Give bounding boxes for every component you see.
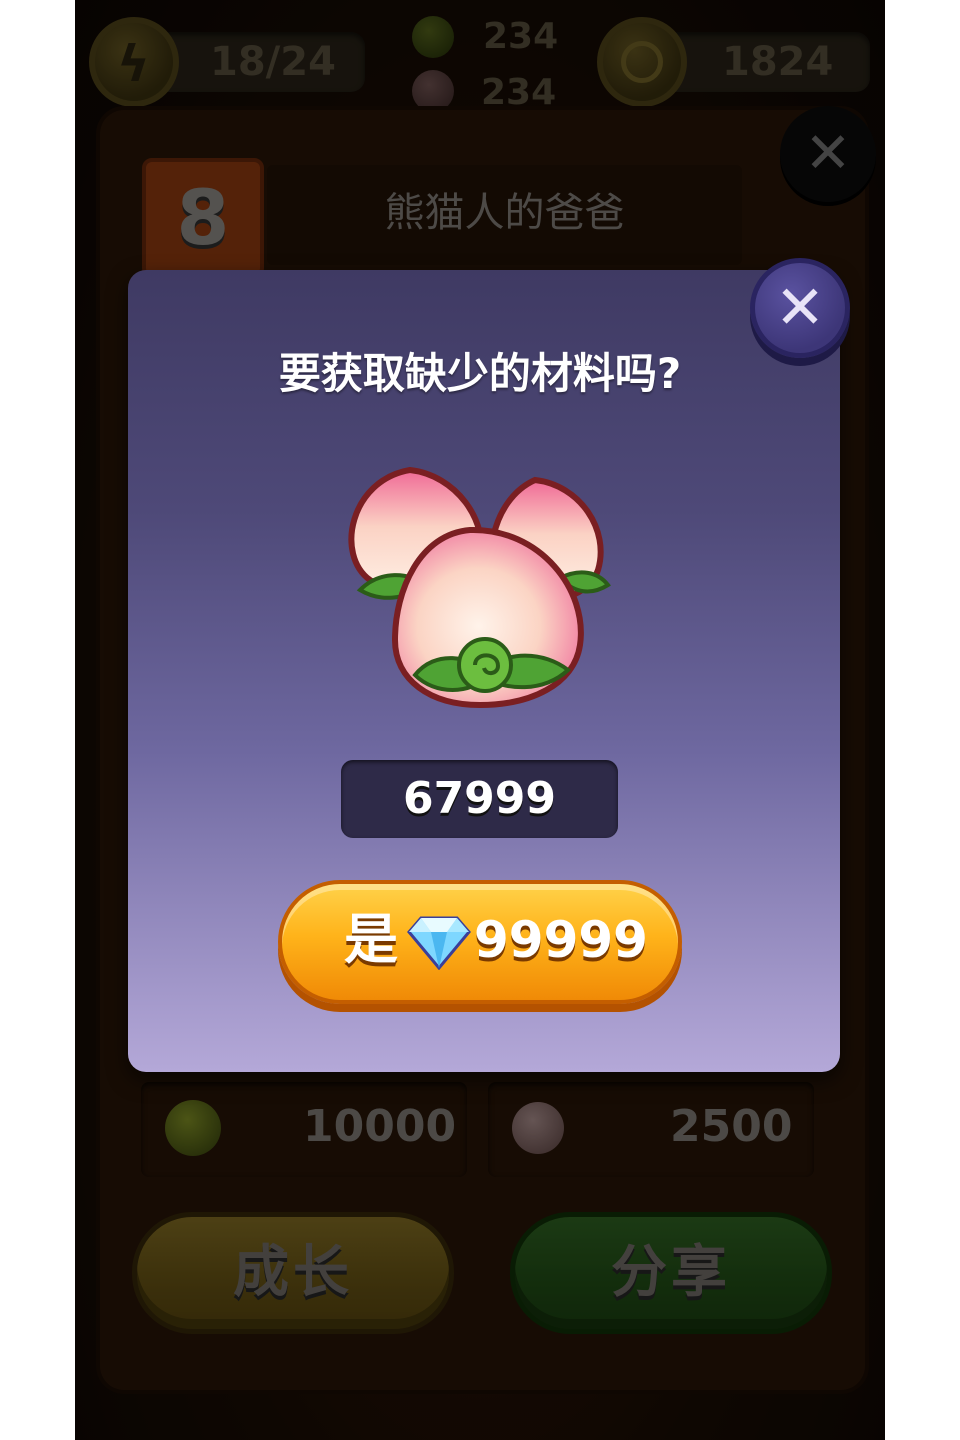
material-count-value: 67999 — [402, 773, 557, 824]
close-icon: ✕ — [774, 273, 826, 343]
dialog-close-button[interactable]: ✕ — [750, 258, 850, 358]
confirm-price: 99999 — [474, 911, 648, 969]
peach-icon — [348, 466, 611, 709]
diamond-icon — [407, 916, 471, 970]
confirm-label: 是 — [344, 908, 398, 971]
material-count: 67999 — [341, 760, 618, 838]
confirm-buy-button[interactable]: 是 99999 — [278, 880, 682, 1004]
